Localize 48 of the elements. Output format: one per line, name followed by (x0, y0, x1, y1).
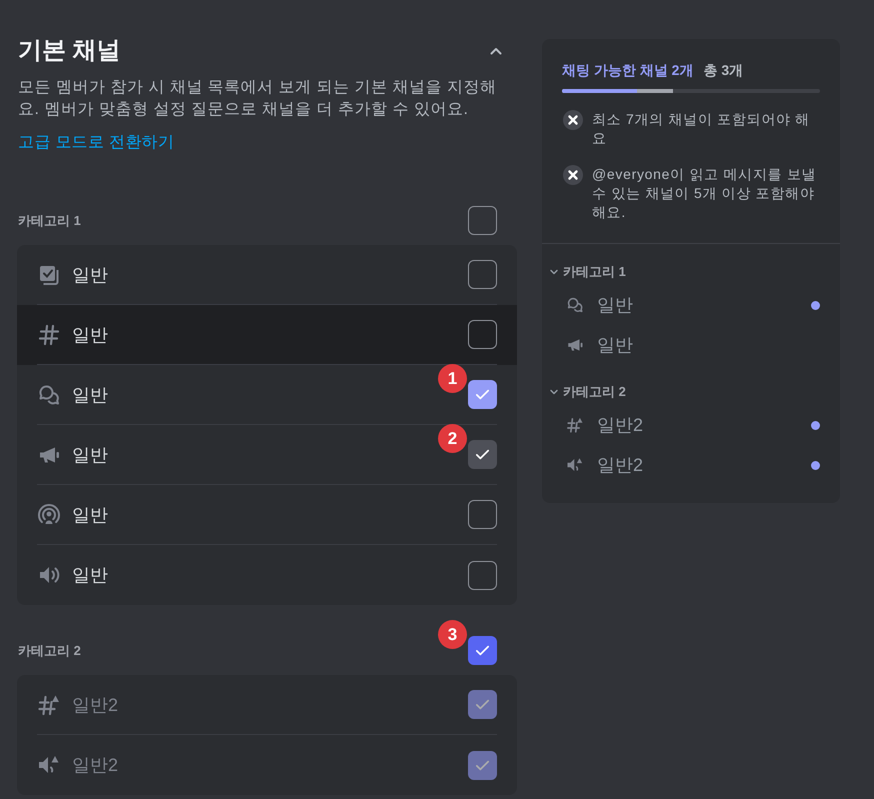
total-channel-count: 총 3개 (703, 61, 744, 79)
hash-icon (37, 322, 61, 346)
checkbox[interactable] (468, 560, 497, 590)
channel-name: 일반 (72, 564, 109, 587)
category-name: 카테고리 2 (563, 383, 626, 401)
channel-name: 일반 (597, 334, 634, 357)
step-number-badge: 2 (438, 424, 467, 453)
channel-name: 일반 (72, 444, 109, 466)
channel-row[interactable]: 일반 1 (17, 365, 517, 425)
checkbox[interactable] (468, 380, 497, 409)
checkbox[interactable] (468, 440, 497, 469)
category-name: 카테고리 1 (563, 263, 626, 281)
chevron-down-icon[interactable] (550, 268, 558, 276)
speech-bubbles-icon (566, 296, 584, 314)
chevron-up-icon[interactable] (490, 47, 502, 55)
speech-bubbles-icon (37, 382, 61, 406)
section-title: 기본 채널 (18, 36, 121, 66)
channel-name: 일반2 (597, 454, 644, 477)
channel-row[interactable]: 일반 (17, 305, 517, 365)
step-number-badge: 1 (438, 364, 467, 393)
channel-name: 일반 (72, 384, 109, 406)
category-name: 카테고리 2 (18, 642, 81, 660)
channel-name: 일반2 (72, 694, 120, 716)
requirement-text: @everyone이 읽고 메시지를 보낼 수 있는 채널이 5개 이상 포함해야 해요. (592, 165, 818, 222)
channel-name: 일반2 (72, 754, 120, 777)
checkbox[interactable] (468, 636, 497, 665)
chevron-down-icon[interactable] (550, 388, 558, 396)
channel-row[interactable]: 일반 (17, 485, 517, 545)
channel-row[interactable]: 일반 (17, 545, 517, 605)
broadcast-person-icon (37, 502, 61, 526)
speaker-triangle-icon (566, 456, 584, 474)
advanced-mode-link[interactable]: 고급 모드로 전환하기 (18, 134, 174, 151)
requirement-text: 최소 7개의 채널이 포함되어야 해요 (592, 110, 811, 148)
channel-name: 일반 (597, 294, 634, 317)
section-description: 모든 멤버가 참가 시 채널 목록에서 보게 되는 기본 채널을 지정해요. 멤버가 맞춤형 설정 질문으로 채널을 더 추가할 수 있어요. (17, 78, 498, 120)
channel-name: 일반2 (597, 414, 644, 437)
checkbox[interactable] (468, 320, 497, 349)
chat-channel-count: 채팅 가능한 채널 2개 (562, 61, 694, 79)
channel-row[interactable]: 일반 2 (17, 425, 517, 485)
step-number-badge: 3 (438, 620, 467, 649)
checkbox[interactable] (468, 206, 497, 235)
checkbox[interactable] (468, 260, 497, 289)
channel-name: 일반 (72, 264, 109, 286)
channel-name: 일반 (72, 504, 109, 526)
channel-name: 일반 (72, 324, 109, 346)
checkbox[interactable] (468, 500, 497, 529)
hash-triangle-icon (566, 416, 584, 434)
category-name: 카테고리 1 (18, 212, 81, 230)
